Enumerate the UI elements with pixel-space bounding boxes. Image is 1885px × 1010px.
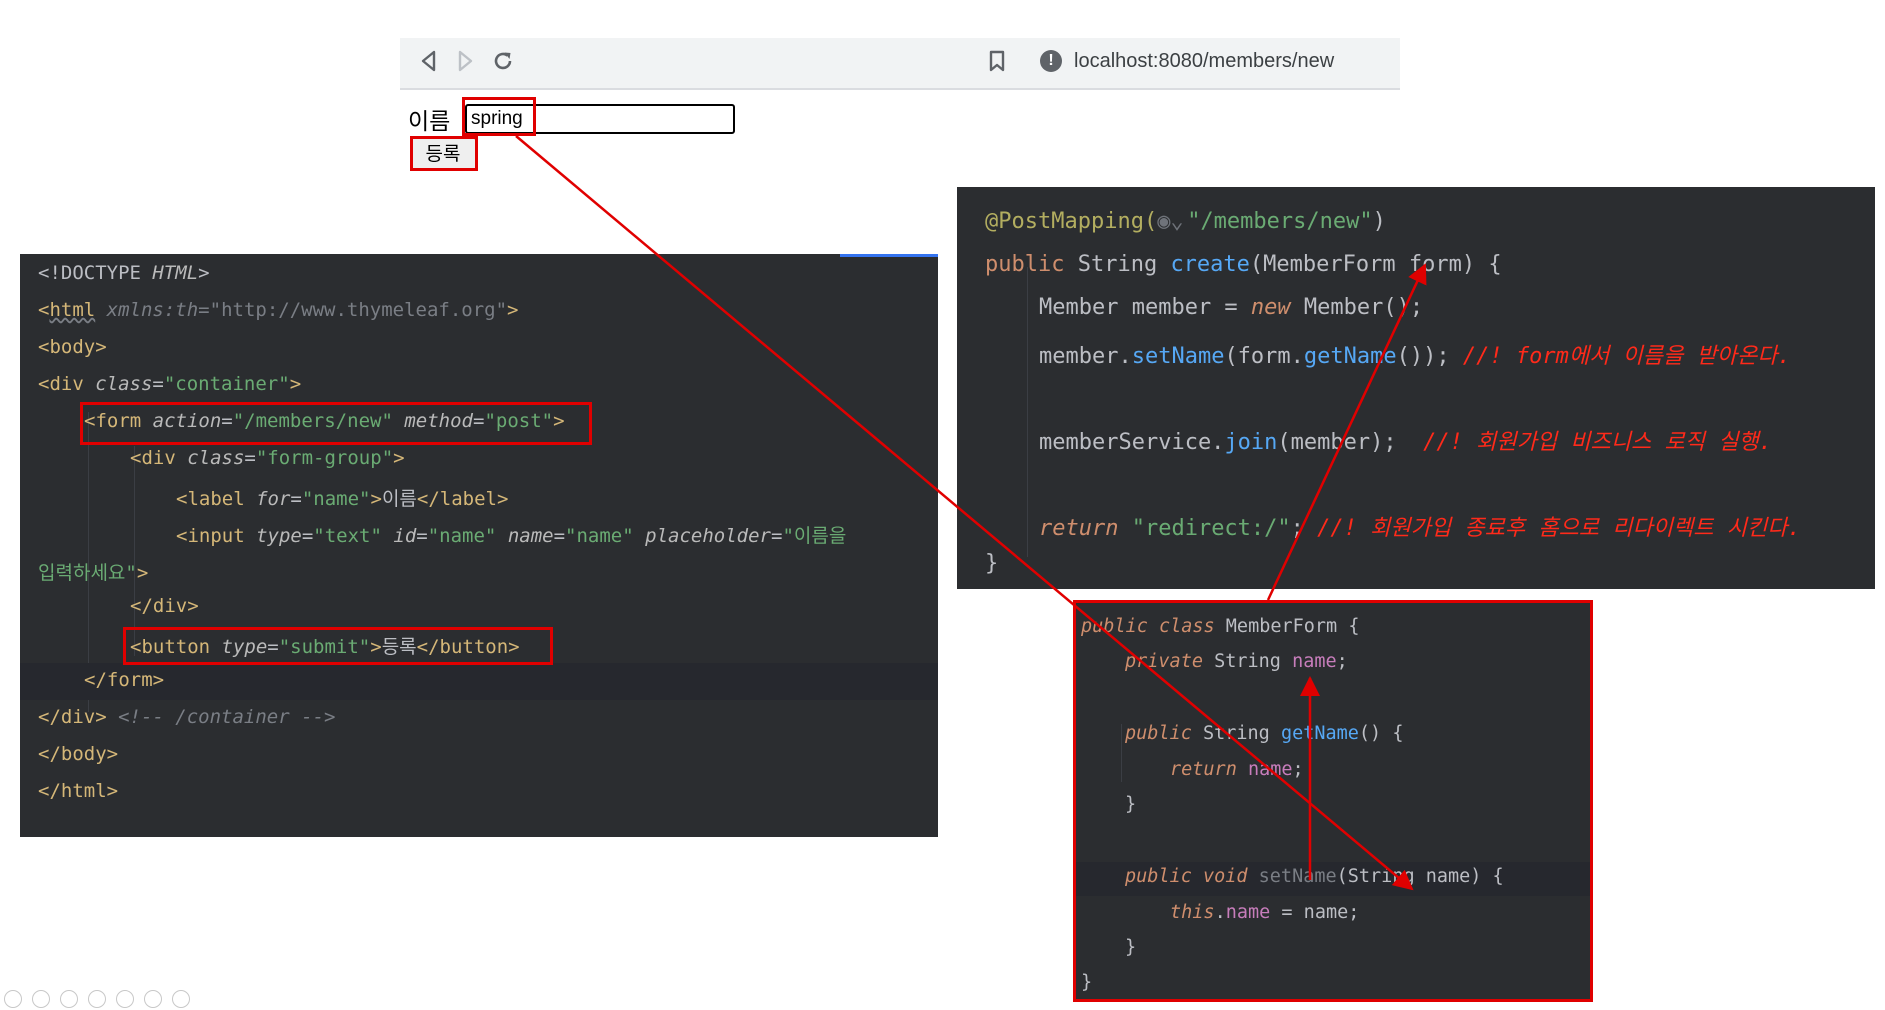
arrow-input-to-setter [515, 135, 1414, 891]
toolbar-button[interactable] [32, 990, 50, 1008]
toolbar-button[interactable] [60, 990, 78, 1008]
arrow-getter-to-controller [1266, 263, 1427, 601]
toolbar-button[interactable] [116, 990, 134, 1008]
toolbar-button[interactable] [144, 990, 162, 1008]
flow-arrows [515, 135, 1427, 891]
slide-toolbar [0, 990, 254, 1010]
toolbar-button[interactable] [172, 990, 190, 1008]
toolbar-button[interactable] [4, 990, 22, 1008]
toolbar-button[interactable] [88, 990, 106, 1008]
